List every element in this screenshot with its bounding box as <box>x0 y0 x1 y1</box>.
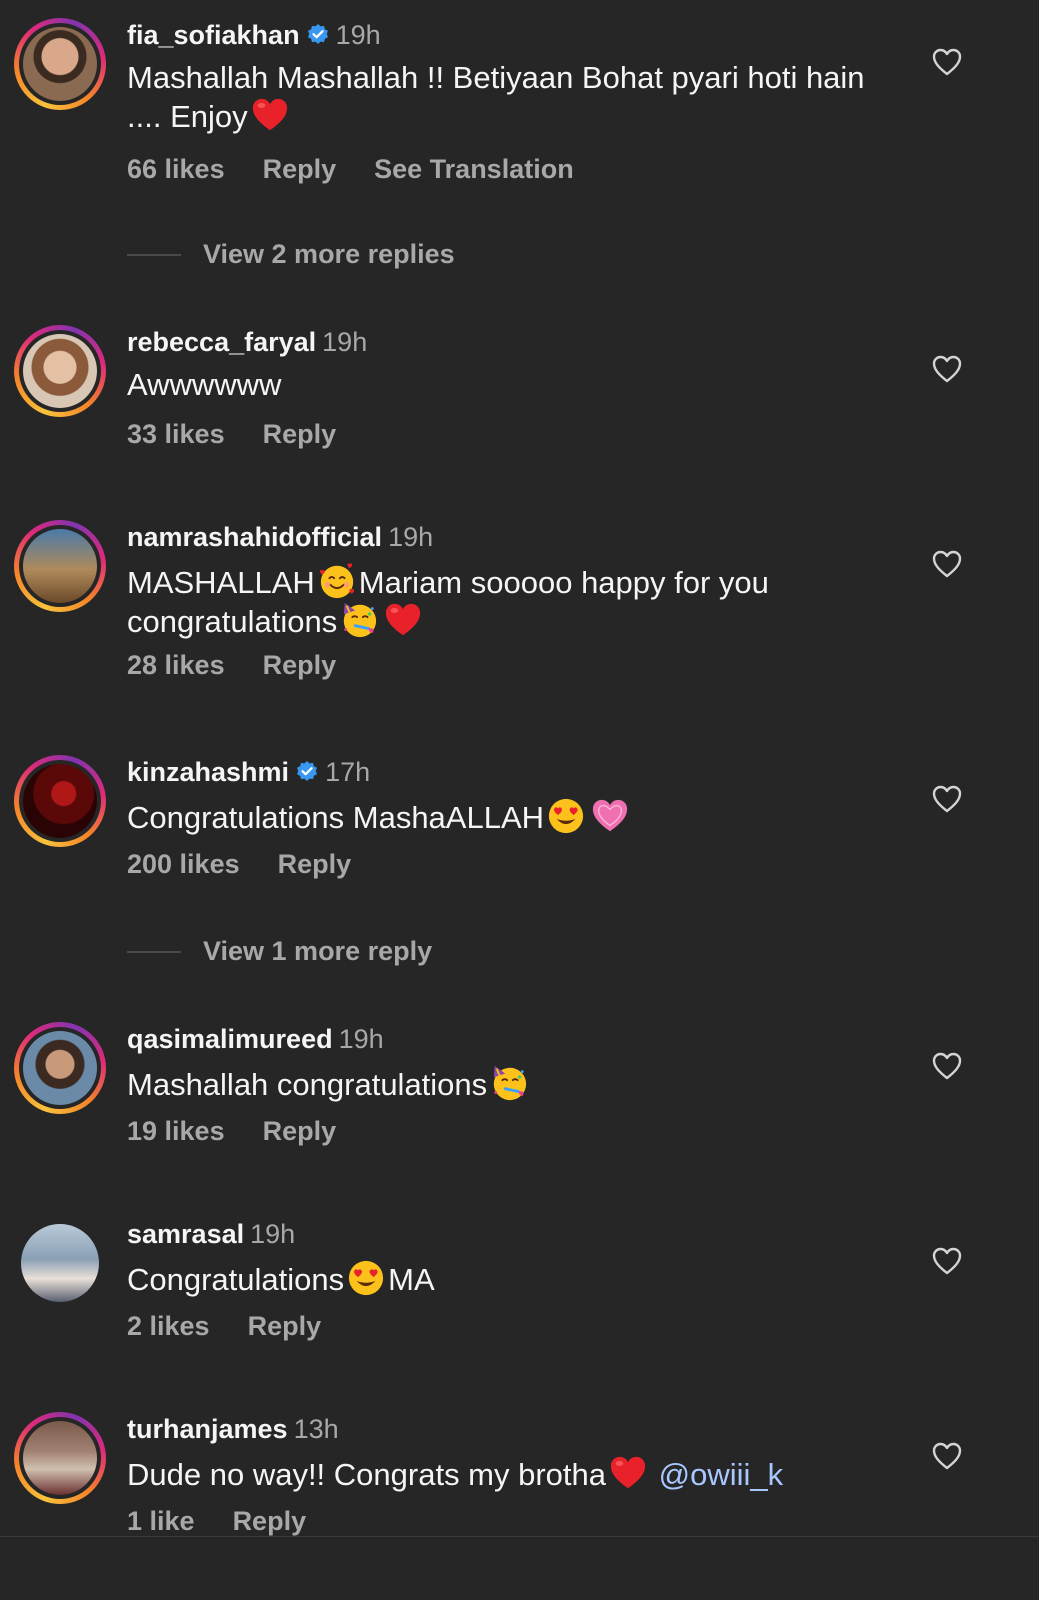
username[interactable]: kinzahashmi <box>127 757 289 787</box>
avatar[interactable] <box>14 325 106 417</box>
heart-outline-icon[interactable] <box>932 785 962 813</box>
partying-face-icon <box>490 1064 528 1102</box>
pink-heart-icon <box>591 797 629 835</box>
avatar[interactable] <box>14 1412 106 1504</box>
divider <box>0 1536 1039 1537</box>
username[interactable]: fia_sofiakhan <box>127 20 300 50</box>
username[interactable]: qasimalimureed <box>127 1024 333 1054</box>
avatar[interactable] <box>14 1022 106 1114</box>
username[interactable]: namrashahidofficial <box>127 522 382 552</box>
heart-outline-icon[interactable] <box>932 550 962 578</box>
timestamp: 19h <box>335 20 381 50</box>
view-more-replies[interactable]: View 1 more reply <box>127 934 727 968</box>
timestamp: 13h <box>293 1414 339 1444</box>
comment-text: Mashallah congratulations <box>127 1064 887 1103</box>
view-more-label[interactable]: View 2 more replies <box>203 237 455 271</box>
reply-button[interactable]: Reply <box>263 1116 337 1146</box>
view-more-replies[interactable]: View 2 more replies <box>127 237 727 271</box>
red-heart-icon <box>384 601 422 639</box>
likes-count[interactable]: 66 likes <box>127 154 225 184</box>
verified-badge-icon <box>295 760 319 784</box>
reply-button[interactable]: Reply <box>248 1311 322 1341</box>
likes-count[interactable]: 33 likes <box>127 419 225 449</box>
red-heart-icon <box>609 1454 647 1492</box>
see-translation-button[interactable]: See Translation <box>374 154 574 184</box>
comment-text: Mashallah Mashallah !! Betiyaan Bohat py… <box>127 60 865 134</box>
reply-button[interactable]: Reply <box>263 650 337 680</box>
verified-badge-icon <box>306 23 330 47</box>
heart-outline-icon[interactable] <box>932 1247 962 1275</box>
red-heart-icon <box>251 96 289 134</box>
reply-button[interactable]: Reply <box>278 849 352 879</box>
avatar[interactable] <box>14 1217 106 1309</box>
partying-face-icon <box>340 601 378 639</box>
timestamp: 19h <box>338 1024 384 1054</box>
avatar[interactable] <box>14 755 106 847</box>
username[interactable]: samrasal <box>127 1219 244 1249</box>
username[interactable]: rebecca_faryal <box>127 327 316 357</box>
view-more-label[interactable]: View 1 more reply <box>203 934 432 968</box>
heart-outline-icon[interactable] <box>932 48 962 76</box>
heart-outline-icon[interactable] <box>932 355 962 383</box>
likes-count[interactable]: 28 likes <box>127 650 225 680</box>
likes-count[interactable]: 2 likes <box>127 1311 210 1341</box>
reply-button[interactable]: Reply <box>263 419 337 449</box>
timestamp: 19h <box>388 522 434 552</box>
divider <box>127 254 181 256</box>
comment-text: MASHALLAH Mariam sooooo happy for you con… <box>127 562 887 640</box>
heart-outline-icon[interactable] <box>932 1442 962 1470</box>
heart-eyes-icon <box>547 797 585 835</box>
divider <box>127 951 181 953</box>
comment-text: Congratulations MashaALLAH <box>127 797 887 836</box>
username[interactable]: turhanjames <box>127 1414 288 1444</box>
likes-count[interactable]: 200 likes <box>127 849 240 879</box>
likes-count[interactable]: 1 like <box>127 1506 195 1536</box>
avatar[interactable] <box>14 18 106 110</box>
timestamp: 19h <box>322 327 368 357</box>
comment-text: Awwwwww <box>127 367 282 402</box>
comment-text: Dude no way!! Congrats my brotha @owiii_… <box>127 1454 887 1493</box>
heart-outline-icon[interactable] <box>932 1052 962 1080</box>
avatar[interactable] <box>14 520 106 612</box>
heart-eyes-icon <box>347 1259 385 1297</box>
smiling-face-with-hearts-icon <box>318 562 356 600</box>
mention-link[interactable]: @owiii_k <box>659 1457 784 1492</box>
timestamp: 17h <box>325 757 371 787</box>
reply-button[interactable]: Reply <box>233 1506 307 1536</box>
timestamp: 19h <box>250 1219 296 1249</box>
reply-button[interactable]: Reply <box>263 154 337 184</box>
comment-text: Congratulations MA <box>127 1259 887 1298</box>
likes-count[interactable]: 19 likes <box>127 1116 225 1146</box>
